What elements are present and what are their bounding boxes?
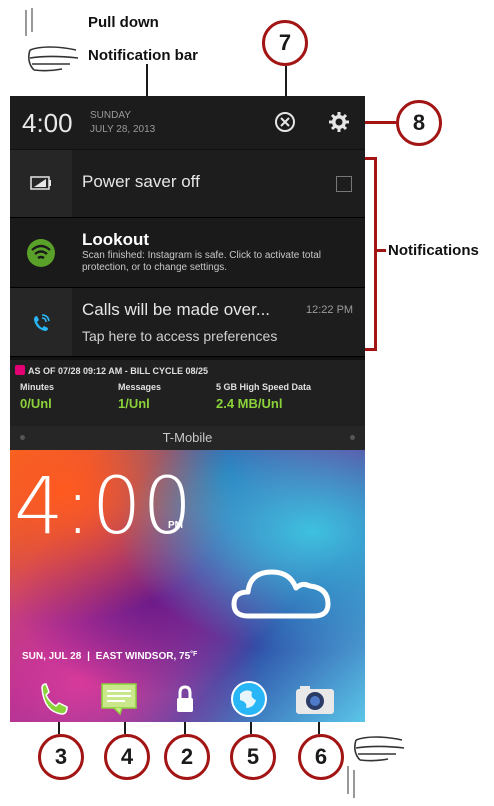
notification-title: Calls will be made over... — [82, 300, 271, 319]
phone-screen: 4:00 SUNDAY JULY 28, 2013 Power saver of… — [10, 96, 365, 722]
callout-2-line — [184, 722, 186, 734]
notification-lookout[interactable]: Lookout Scan finished: Instagram is safe… — [10, 218, 365, 288]
notification-power-saver[interactable]: Power saver off — [10, 150, 365, 218]
usage-label-messages: Messages — [118, 382, 162, 392]
hand-swipe-down-icon — [18, 6, 88, 76]
lock-screen-ampm: PM — [168, 520, 183, 531]
lock-screen-date-line: SUN, JUL 28 | EAST WINDSOR, 75°F — [22, 651, 197, 662]
notification-wifi-calling[interactable]: Calls will be made over... 12:22 PM Tap … — [10, 288, 365, 357]
lock-screen-time: 4:00 — [14, 462, 194, 552]
usage-value-minutes: 0/Unl — [20, 396, 52, 411]
location-temperature: EAST WINDSOR, 75 — [95, 651, 191, 662]
callout-8: 8 — [396, 100, 442, 146]
hand-swipe-up-icon — [344, 730, 414, 800]
callout-4-line — [124, 722, 126, 734]
notification-title: Lookout — [82, 230, 150, 249]
callout-6: 6 — [298, 734, 344, 780]
wifi-calling-icon — [30, 312, 52, 334]
usage-label-data: 5 GB High Speed Data — [216, 382, 312, 392]
camera-icon[interactable] — [294, 684, 336, 716]
cloud-icon — [230, 562, 334, 622]
bracket-pointer — [374, 249, 386, 252]
callout-7: 7 — [262, 20, 308, 66]
usage-value-messages: 1/Unl — [118, 396, 150, 411]
callout-6-line — [318, 722, 320, 734]
notification-bar-label: Notification bar — [88, 47, 199, 64]
callout-5-line — [250, 722, 252, 734]
pull-down-label: Pull down — [88, 14, 159, 31]
callout-4: 4 — [104, 734, 150, 780]
notification-subtitle: Scan finished: Instagram is safe. Click … — [82, 250, 321, 273]
battery-icon — [30, 176, 52, 190]
lock-screen-date: SUN, JUL 28 — [22, 651, 82, 662]
notification-time: 12:22 PM — [306, 304, 354, 316]
status-time: 4:00 — [22, 108, 73, 138]
notifications-label: Notifications — [388, 242, 479, 259]
close-circle-icon[interactable] — [274, 111, 296, 133]
notification-icon-box — [10, 150, 72, 217]
status-day: SUNDAY — [90, 110, 131, 121]
callout-2: 2 — [164, 734, 210, 780]
date-separator: | — [87, 651, 90, 662]
power-saver-checkbox[interactable] — [336, 176, 352, 192]
messages-icon[interactable] — [100, 682, 138, 716]
carrier-name: T-Mobile — [162, 430, 213, 445]
lookout-shield-icon — [26, 238, 56, 268]
carrier-bar: T-Mobile — [10, 426, 365, 450]
browser-icon[interactable] — [230, 680, 268, 718]
page-dot-right — [350, 435, 355, 440]
notification-bar-header[interactable]: 4:00 SUNDAY JULY 28, 2013 — [10, 96, 365, 149]
tmobile-app-icon — [15, 365, 25, 375]
status-date: JULY 28, 2013 — [90, 124, 156, 135]
callout-3: 3 — [38, 734, 84, 780]
dock — [10, 680, 365, 722]
usage-header: AS OF 07/28 09:12 AM - BILL CYCLE 08/25 — [28, 366, 209, 376]
phone-icon[interactable] — [36, 682, 70, 716]
bracket-vertical — [374, 157, 377, 351]
usage-label-minutes: Minutes — [20, 382, 55, 392]
gear-icon[interactable] — [328, 111, 350, 133]
notification-title: Power saver off — [82, 172, 200, 191]
lock-icon[interactable] — [174, 684, 196, 714]
temperature-unit: °F — [190, 651, 198, 658]
carrier-usage-widget[interactable]: AS OF 07/28 09:12 AM - BILL CYCLE 08/25 … — [10, 360, 365, 426]
usage-value-data: 2.4 MB/Unl — [216, 396, 283, 411]
notification-icon-box — [10, 288, 72, 356]
notification-subtitle: Tap here to access preferences — [82, 328, 278, 344]
callout-3-line — [58, 722, 60, 734]
callout-5: 5 — [230, 734, 276, 780]
